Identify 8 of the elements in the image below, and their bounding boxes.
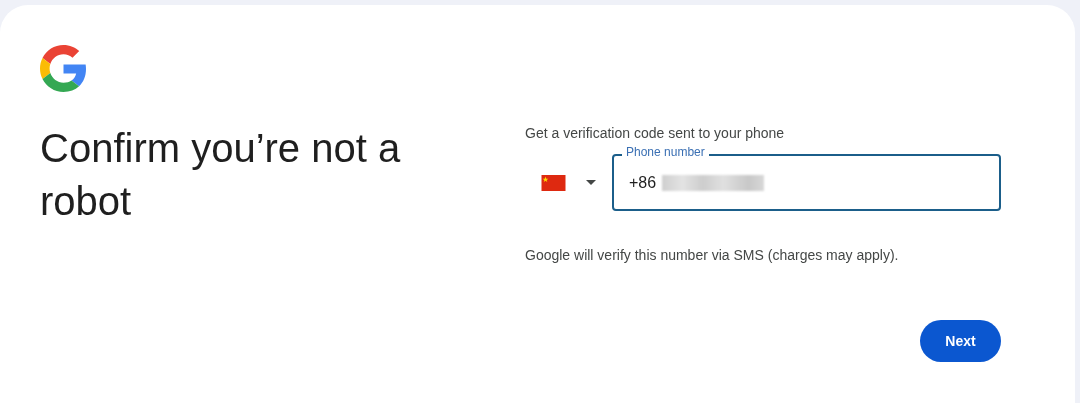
flag-icon — [541, 174, 566, 191]
page-title: Confirm you’re not a robot — [40, 125, 402, 225]
caret-icon — [586, 180, 596, 185]
helper-text: Google will verify this number via SMS (charges may apply). — [525, 246, 900, 264]
google-g-logo-icon — [40, 45, 87, 92]
next-button[interactable]: Next — [920, 320, 1001, 362]
instruction-text: Get a verification code sent to your phone — [525, 124, 786, 142]
field-label: Phone number — [622, 145, 709, 159]
